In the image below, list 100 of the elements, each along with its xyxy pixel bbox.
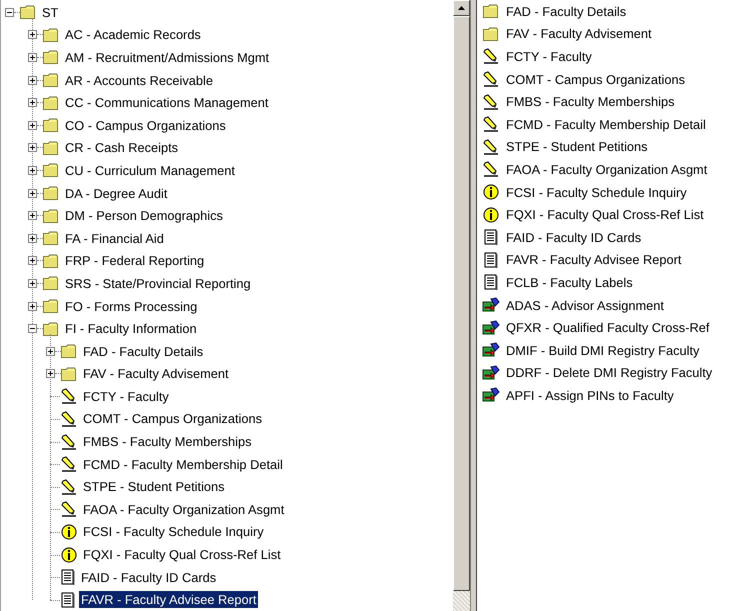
- folder-icon: [43, 96, 59, 110]
- folder-icon: [43, 322, 59, 336]
- expand-button[interactable]: [28, 143, 37, 152]
- collapse-button[interactable]: [28, 324, 37, 334]
- folder-icon: [43, 231, 59, 246]
- document-icon: [484, 274, 498, 290]
- expand-button[interactable]: [28, 30, 37, 40]
- expand-button[interactable]: [28, 211, 37, 220]
- tree-item[interactable]: STPE - Student Petitions: [81, 478, 227, 496]
- list-item[interactable]: APFI - Assign PINs to Faculty: [504, 386, 676, 404]
- tree-item[interactable]: FQXI - Faculty Qual Cross-Ref List: [81, 546, 283, 564]
- pencil-icon: [61, 456, 77, 472]
- expand-button[interactable]: [28, 234, 37, 243]
- arrow-card-icon: [482, 387, 500, 404]
- info-icon: [483, 184, 499, 200]
- document-icon: [61, 569, 75, 586]
- pencil-icon: [61, 434, 77, 450]
- tree-item[interactable]: COMT - Campus Organizations: [81, 410, 264, 428]
- arrow-card-icon: [482, 364, 500, 381]
- expand-button[interactable]: [28, 76, 37, 85]
- tree-item[interactable]: FAV - Faculty Advisement: [81, 365, 231, 382]
- tree-item[interactable]: FCSI - Faculty Schedule Inquiry: [81, 523, 266, 540]
- tree-item[interactable]: FA - Financial Aid: [63, 230, 166, 247]
- tree-item[interactable]: CU - Curriculum Management: [63, 162, 237, 179]
- info-icon: [61, 546, 77, 563]
- pencil-icon: [61, 501, 77, 518]
- pencil-icon: [61, 410, 77, 427]
- tree-item[interactable]: FAVR - Faculty Advisee Report: [79, 591, 258, 608]
- folder-icon: [43, 276, 59, 290]
- tree-item[interactable]: CC - Communications Management: [63, 94, 270, 112]
- list-item[interactable]: FAOA - Faculty Organization Asgmt: [504, 160, 710, 178]
- folder-icon: [20, 5, 36, 20]
- list-item[interactable]: FAID - Faculty ID Cards: [504, 228, 644, 246]
- list-item[interactable]: ADAS - Advisor Assignment: [504, 296, 666, 314]
- expand-button[interactable]: [28, 52, 37, 62]
- list-item[interactable]: DDRF - Delete DMI Registry Faculty: [504, 364, 714, 382]
- pencil-icon: [483, 94, 499, 110]
- folder-icon: [43, 299, 59, 314]
- pencil-icon: [483, 116, 499, 132]
- tree-item[interactable]: AM - Recruitment/Admissions Mgmt: [63, 48, 272, 66]
- tree-item[interactable]: FAID - Faculty ID Cards: [79, 568, 218, 586]
- folder-icon: [483, 4, 499, 18]
- expand-button[interactable]: [46, 369, 55, 378]
- folder-icon: [43, 208, 59, 223]
- tree-item[interactable]: FRP - Federal Reporting: [63, 252, 206, 270]
- tree-item[interactable]: AC - Academic Records: [63, 26, 203, 44]
- expand-button[interactable]: [28, 188, 37, 198]
- arrow-card-icon: [482, 342, 500, 358]
- list-item[interactable]: FAD - Faculty Details: [504, 2, 628, 20]
- list-item[interactable]: FQXI - Faculty Qual Cross-Ref List: [504, 206, 706, 224]
- tree-item[interactable]: FI - Faculty Information: [63, 320, 199, 338]
- tree-item[interactable]: FAD - Faculty Details: [81, 342, 206, 360]
- list-item[interactable]: FCLB - Faculty Labels: [504, 274, 635, 291]
- list-item[interactable]: FAV - Faculty Advisement: [504, 25, 654, 42]
- list-item[interactable]: DMIF - Build DMI Registry Faculty: [504, 342, 702, 359]
- folder-icon: [43, 118, 59, 132]
- tree-item[interactable]: CO - Campus Organizations: [63, 116, 228, 134]
- folder-icon: [61, 344, 77, 358]
- expand-button[interactable]: [46, 346, 55, 356]
- tree-item[interactable]: DA - Degree Audit: [63, 184, 170, 202]
- tree-item[interactable]: FCMD - Faculty Membership Detail: [81, 456, 285, 473]
- arrow-card-icon: [482, 320, 500, 336]
- expand-button[interactable]: [28, 302, 37, 311]
- list-item[interactable]: STPE - Student Petitions: [504, 138, 650, 156]
- tree-item[interactable]: FMBS - Faculty Memberships: [81, 433, 254, 450]
- pencil-icon: [61, 388, 77, 404]
- tree-item[interactable]: AR - Accounts Receivable: [63, 72, 215, 89]
- tree-item[interactable]: FO - Forms Processing: [63, 298, 200, 315]
- list-item[interactable]: FCMD - Faculty Membership Detail: [504, 116, 708, 133]
- tree-item[interactable]: DM - Person Demographics: [63, 207, 225, 224]
- arrow-card-icon: [482, 297, 500, 314]
- tree-item[interactable]: FCTY - Faculty: [81, 388, 171, 405]
- expand-button[interactable]: [28, 120, 37, 130]
- folder-icon: [43, 186, 59, 200]
- list-item[interactable]: FAVR - Faculty Advisee Report: [504, 251, 684, 268]
- folder-icon: [43, 254, 59, 268]
- collapse-button[interactable]: [5, 8, 14, 17]
- scroll-up-button[interactable]: [453, 0, 470, 16]
- folder-icon: [43, 73, 59, 88]
- list-item[interactable]: FMBS - Faculty Memberships: [504, 93, 677, 110]
- pencil-icon: [483, 161, 499, 178]
- splitter-bar[interactable]: [470, 0, 477, 611]
- folder-icon: [61, 366, 77, 381]
- folder-icon: [483, 26, 499, 41]
- pencil-icon: [483, 48, 499, 64]
- pencil-icon: [483, 138, 499, 155]
- expand-button[interactable]: [28, 166, 37, 175]
- tree-item[interactable]: CR - Cash Receipts: [63, 139, 180, 156]
- folder-icon: [43, 140, 59, 155]
- list-item[interactable]: COMT - Campus Organizations: [504, 70, 687, 88]
- tree-item[interactable]: SRS - State/Provincial Reporting: [63, 274, 253, 292]
- list-item[interactable]: FCSI - Faculty Schedule Inquiry: [504, 184, 689, 201]
- expand-button[interactable]: [28, 98, 37, 108]
- tree-item[interactable]: FAOA - Faculty Organization Asgmt: [81, 500, 286, 518]
- list-item[interactable]: QFXR - Qualified Faculty Cross-Ref: [504, 319, 712, 336]
- expand-button[interactable]: [28, 278, 37, 288]
- folder-icon: [43, 163, 59, 178]
- expand-button[interactable]: [28, 256, 37, 266]
- tree-item[interactable]: ST: [40, 4, 60, 21]
- list-item[interactable]: FCTY - Faculty: [504, 48, 594, 65]
